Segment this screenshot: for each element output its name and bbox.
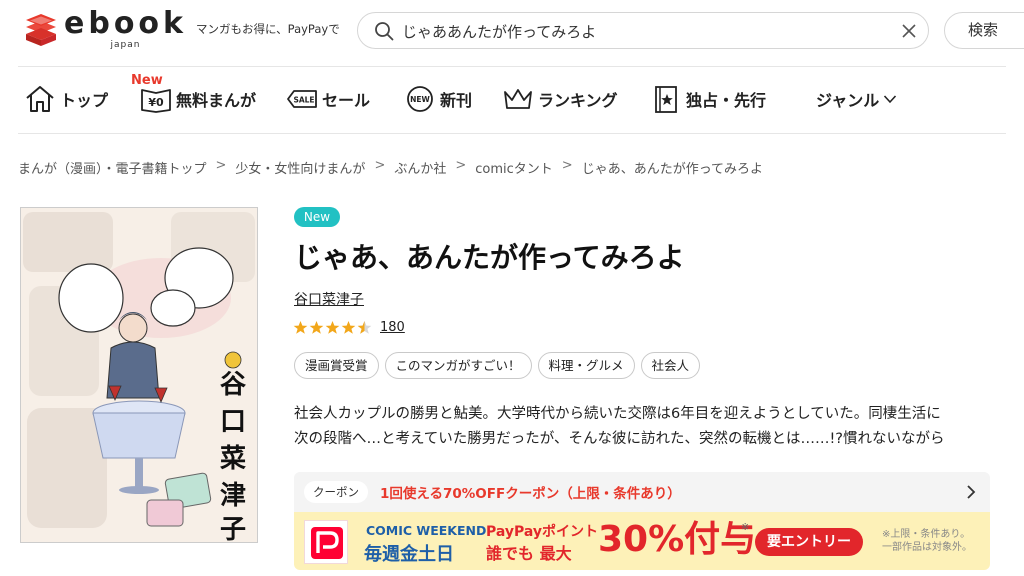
breadcrumb-item[interactable]: まんが（漫画）・電子書籍トップ	[18, 158, 207, 177]
sale-tag-icon: SALE	[287, 90, 317, 108]
svg-text:谷: 谷	[220, 370, 247, 400]
star-full-icon	[341, 320, 356, 334]
star-half-icon	[357, 320, 372, 334]
banner-weekly-days: 毎週金土日	[364, 544, 454, 565]
free-book-icon: ¥0	[141, 89, 171, 113]
svg-text:¥0: ¥0	[148, 96, 164, 109]
banner-anyone-max: 誰でも 最大	[486, 544, 572, 563]
banner-paypay-points: PayPayポイント	[486, 524, 599, 540]
svg-text:菜: 菜	[219, 444, 246, 474]
banner-percent: 30%付与	[598, 519, 757, 560]
logo-subtext: japan	[110, 40, 141, 50]
rating: 180	[293, 320, 405, 335]
svg-text:津: 津	[220, 481, 246, 511]
svg-text:口: 口	[220, 407, 246, 437]
svg-text:子: 子	[220, 515, 246, 543]
review-count-link[interactable]: 180	[380, 320, 405, 335]
new-badge-pill: New	[294, 207, 340, 227]
entry-required-button[interactable]: 要エントリー	[755, 528, 863, 556]
tag-chip[interactable]: 社会人	[640, 352, 701, 379]
nav-item-sale[interactable]: SALE セール	[286, 84, 370, 114]
tag-list: 漫画賞受賞 このマンガがすごい！ 料理・グルメ 社会人	[294, 352, 706, 379]
logo-wordmark: ebook	[64, 6, 187, 41]
nav-divider	[18, 133, 1006, 134]
banner-note: ※上限・条件あり。 一部作品は対象外。	[882, 529, 972, 553]
new-circle-icon: NEW	[407, 86, 433, 112]
header-tagline: マンガもお得に、PayPayで	[196, 22, 340, 36]
nav-item-exclusive[interactable]: 独占・先行	[650, 84, 766, 114]
coupon-label: クーポン	[304, 481, 368, 503]
header-divider	[18, 66, 1006, 67]
home-icon	[26, 86, 54, 112]
nav-item-new-release[interactable]: NEW 新刊	[404, 84, 472, 114]
clear-search-icon[interactable]	[900, 22, 918, 40]
banner-comic-weekend: COMIC WEEKEND	[366, 523, 487, 538]
description-line: 社会人カップルの勝男と鮎美。大学時代から続いた交際は6年目を迎えようとしていた。…	[294, 406, 941, 422]
svg-text:NEW: NEW	[410, 95, 430, 104]
book-title: じゃあ、あんたが作ってみろよ	[294, 241, 685, 274]
breadcrumb-item[interactable]: comicタント	[475, 158, 553, 177]
exclusive-book-icon	[655, 86, 677, 113]
ebook-japan-logo[interactable]: ebook japan	[22, 9, 187, 50]
star-full-icon	[293, 320, 308, 334]
chevron-right-icon	[967, 485, 976, 499]
breadcrumb-separator: >	[455, 158, 467, 173]
nav-item-genre[interactable]: ジャンル	[816, 84, 897, 114]
main-nav: New トップ ¥0 無料まんが SALE セール NEW 新刊 ランキング 独…	[0, 70, 1024, 130]
star-full-icon	[325, 320, 340, 334]
breadcrumb-item[interactable]: 少女・女性向けまんが	[235, 158, 365, 177]
search-button[interactable]: 検索	[944, 12, 1024, 49]
search-input[interactable]	[402, 19, 872, 43]
chevron-down-icon	[884, 95, 897, 104]
site-header: ebook japan マンガもお得に、PayPayで 検索	[0, 0, 1024, 62]
nav-item-ranking[interactable]: ランキング	[502, 84, 618, 114]
breadcrumb-current: じゃあ、あんたが作ってみろよ	[581, 162, 764, 177]
author-link[interactable]: 谷口菜津子	[294, 289, 364, 309]
breadcrumb-item[interactable]: ぶんか社	[394, 158, 446, 177]
coupon-text: 1回使える70%OFFクーポン（上限・条件あり）	[380, 486, 681, 502]
banner-asterisk: ※	[741, 522, 750, 533]
description-line: 次の段階へ…と考えていた勝男だったが、そんな彼に訪れた、突然の転機とは……!?慣…	[294, 431, 945, 447]
nav-item-free-manga[interactable]: ¥0 無料まんが	[140, 84, 256, 114]
nav-item-top[interactable]: トップ	[24, 84, 108, 114]
breadcrumb: まんが（漫画）・電子書籍トップ > 少女・女性向けまんが > ぶんか社 > co…	[18, 158, 763, 177]
breadcrumb-separator: >	[374, 158, 386, 173]
coupon-row[interactable]: クーポン 1回使える70%OFFクーポン（上限・条件あり）	[294, 472, 990, 512]
crown-icon	[504, 89, 532, 109]
svg-text:SALE: SALE	[293, 96, 314, 105]
book-cover-image[interactable]: 谷 口 菜 津 子	[20, 207, 258, 543]
tag-chip[interactable]: 漫画賞受賞	[294, 352, 379, 379]
paypay-campaign-banner[interactable]: COMIC WEEKEND 毎週金土日 PayPayポイント 誰でも 最大 30…	[294, 512, 990, 570]
tag-chip[interactable]: このマンガがすごい！	[384, 352, 532, 379]
cover-illustration: 谷 口 菜 津 子	[21, 208, 257, 543]
search-box	[357, 12, 929, 49]
book-description: 社会人カップルの勝男と鮎美。大学時代から続いた交際は6年目を迎えようとしていた。…	[294, 402, 1006, 452]
tag-chip[interactable]: 料理・グルメ	[537, 352, 635, 379]
search-icon	[375, 22, 394, 41]
paypay-logo-icon	[304, 520, 348, 564]
star-full-icon	[309, 320, 324, 334]
book-stack-logo-icon	[26, 13, 56, 46]
breadcrumb-separator: >	[215, 158, 227, 173]
breadcrumb-separator: >	[561, 158, 573, 173]
